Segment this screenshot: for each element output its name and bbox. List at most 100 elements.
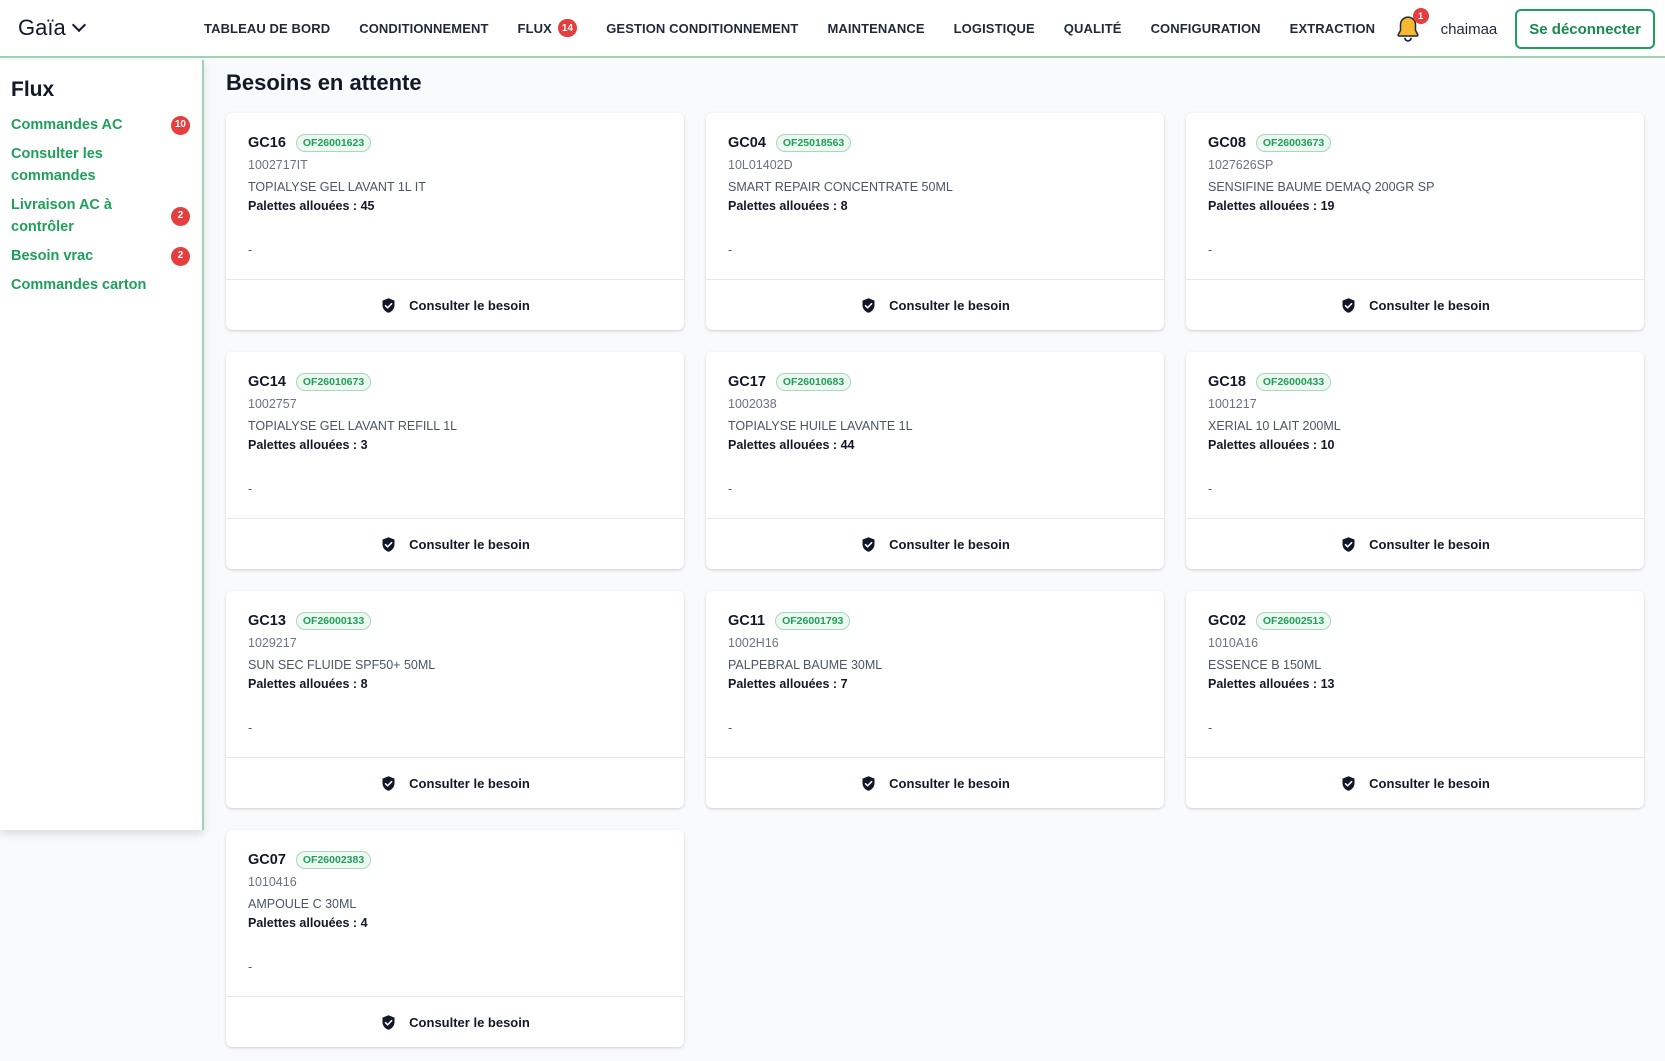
sidebar-item-consulter-commandes[interactable]: Consulter les commandes	[11, 143, 190, 187]
shield-check-icon	[382, 775, 395, 791]
app-switcher[interactable]: Gaïa	[18, 15, 204, 41]
card-body: GC02 OF26002513 1010A16 ESSENCE B 150ML …	[1186, 591, 1644, 758]
shield-check-icon	[382, 1014, 395, 1030]
pallets-count: 4	[360, 916, 368, 930]
pallets-count: 3	[360, 438, 368, 452]
machine-code: GC11	[728, 613, 766, 629]
nav-item-qualite[interactable]: QUALITÉ	[1064, 21, 1122, 36]
notification-button[interactable]: 1	[1393, 8, 1429, 44]
card-header: GC14 OF26010673	[248, 373, 662, 391]
card-header: GC18 OF26000433	[1208, 373, 1622, 391]
machine-code: GC16	[248, 135, 286, 151]
main-nav: TABLEAU DE BORD CONDITIONNEMENT FLUX 14 G…	[204, 0, 1404, 56]
article-code: 1010416	[248, 875, 297, 889]
allocated-pallets: Palettes allouées : 19	[1208, 199, 1622, 213]
consult-need-label: Consulter le besoin	[409, 297, 530, 313]
pallets-label: Palettes allouées :	[1208, 438, 1321, 452]
consult-need-button[interactable]: Consulter le besoin	[226, 997, 684, 1047]
pallets-label: Palettes allouées :	[1208, 199, 1321, 213]
article-code: 1002H16	[728, 636, 779, 650]
pallets-count: 10	[1320, 438, 1335, 452]
main-content: Besoins en attente GC16 OF26001623 10027…	[226, 70, 1646, 1047]
of-number-tag: OF26002513	[1255, 612, 1332, 630]
nav-item-configuration[interactable]: CONFIGURATION	[1151, 21, 1261, 36]
article-code: 1002757	[248, 397, 297, 411]
sidebar-item-commandes-ac[interactable]: Commandes AC 10	[11, 114, 190, 136]
notification-count-badge: 1	[1412, 8, 1429, 24]
allocated-pallets: Palettes allouées : 7	[728, 677, 1142, 691]
nav-item-tableau-de-bord[interactable]: TABLEAU DE BORD	[204, 21, 330, 36]
card-note: -	[728, 243, 733, 257]
consult-need-button[interactable]: Consulter le besoin	[226, 519, 684, 569]
sidebar-item-commandes-carton[interactable]: Commandes carton	[11, 274, 190, 296]
consult-need-button[interactable]: Consulter le besoin	[226, 280, 684, 330]
count-badge: 2	[171, 206, 190, 226]
consult-need-label: Consulter le besoin	[1369, 536, 1490, 552]
card-body: GC07 OF26002383 1010416 AMPOULE C 30ML P…	[226, 830, 684, 997]
consult-need-label: Consulter le besoin	[889, 536, 1010, 552]
consult-need-label: Consulter le besoin	[1369, 775, 1490, 791]
allocated-pallets: Palettes allouées : 45	[248, 199, 662, 213]
allocated-pallets: Palettes allouées : 44	[728, 438, 1142, 452]
machine-code: GC08	[1208, 135, 1246, 151]
article-code: 1002038	[728, 397, 777, 411]
product-name: SMART REPAIR CONCENTRATE 50ML	[728, 180, 953, 194]
article-code: 1010A16	[1208, 636, 1259, 650]
consult-need-button[interactable]: Consulter le besoin	[1186, 519, 1644, 569]
card-body: GC13 OF26000133 1029217 SUN SEC FLUIDE S…	[226, 591, 684, 758]
sidebar-item-livraison-ac[interactable]: Livraison AC à contrôler 2	[11, 194, 190, 238]
shield-check-icon	[1342, 536, 1355, 552]
pallets-label: Palettes allouées :	[728, 438, 841, 452]
of-number-tag: OF26010683	[775, 373, 852, 391]
sidebar-item-besoin-vrac[interactable]: Besoin vrac 2	[11, 245, 190, 267]
card-body: GC11 OF26001793 1002H16 PALPEBRAL BAUME …	[706, 591, 1164, 758]
allocated-pallets: Palettes allouées : 8	[248, 677, 662, 691]
page-title: Besoins en attente	[226, 70, 422, 95]
card-note: -	[248, 960, 253, 974]
card-header: GC02 OF26002513	[1208, 612, 1622, 630]
nav-item-flux[interactable]: FLUX 14	[518, 19, 578, 37]
consult-need-button[interactable]: Consulter le besoin	[706, 758, 1164, 808]
card-note: -	[248, 243, 253, 257]
user-area: 1 chaimaa Se déconnecter	[1393, 0, 1655, 58]
product-name: TOPIALYSE GEL LAVANT REFILL 1L	[248, 419, 458, 433]
nav-item-maintenance[interactable]: MAINTENANCE	[827, 21, 924, 36]
of-number-tag: OF26002383	[295, 851, 372, 869]
need-card: GC08 OF26003673 1027626SP SENSIFINE BAUM…	[1186, 113, 1644, 330]
pallets-count: 7	[840, 677, 848, 691]
logout-button[interactable]: Se déconnecter	[1515, 9, 1655, 49]
need-card: GC13 OF26000133 1029217 SUN SEC FLUIDE S…	[226, 591, 684, 808]
machine-code: GC13	[248, 613, 286, 629]
count-badge: 2	[171, 246, 190, 266]
nav-item-extraction[interactable]: EXTRACTION	[1290, 21, 1376, 36]
card-body: GC16 OF26001623 1002717IT TOPIALYSE GEL …	[226, 113, 684, 280]
consult-need-button[interactable]: Consulter le besoin	[706, 280, 1164, 330]
card-note: -	[1208, 721, 1213, 735]
nav-item-conditionnement[interactable]: CONDITIONNEMENT	[359, 21, 488, 36]
allocated-pallets: Palettes allouées : 3	[248, 438, 662, 452]
of-number-tag: OF26001793	[775, 612, 851, 630]
consult-need-button[interactable]: Consulter le besoin	[1186, 758, 1644, 808]
article-code: 1002717IT	[248, 158, 308, 172]
app-name: Gaïa	[18, 15, 66, 40]
card-header: GC08 OF26003673	[1208, 134, 1622, 152]
need-card: GC18 OF26000433 1001217 XERIAL 10 LAIT 2…	[1186, 352, 1644, 569]
consult-need-button[interactable]: Consulter le besoin	[1186, 280, 1644, 330]
nav-item-logistique[interactable]: LOGISTIQUE	[954, 21, 1035, 36]
pallets-label: Palettes allouées :	[248, 916, 361, 930]
need-card: GC02 OF26002513 1010A16 ESSENCE B 150ML …	[1186, 591, 1644, 808]
pallets-label: Palettes allouées :	[1208, 677, 1321, 691]
sidebar: Flux Commandes AC 10 Consulter les comman…	[0, 60, 204, 830]
shield-check-icon	[382, 536, 395, 552]
of-number-tag: OF26001623	[295, 134, 372, 152]
article-code: 1001217	[1208, 397, 1257, 411]
card-body: GC08 OF26003673 1027626SP SENSIFINE BAUM…	[1186, 113, 1644, 280]
consult-need-button[interactable]: Consulter le besoin	[226, 758, 684, 808]
need-card: GC16 OF26001623 1002717IT TOPIALYSE GEL …	[226, 113, 684, 330]
of-number-tag: OF26000433	[1255, 373, 1332, 391]
nav-item-gestion-conditionnement[interactable]: GESTION CONDITIONNEMENT	[606, 21, 798, 36]
consult-need-button[interactable]: Consulter le besoin	[706, 519, 1164, 569]
consult-need-label: Consulter le besoin	[409, 536, 530, 552]
need-card: GC04 OF25018563 10L01402D SMART REPAIR C…	[706, 113, 1164, 330]
allocated-pallets: Palettes allouées : 10	[1208, 438, 1622, 452]
